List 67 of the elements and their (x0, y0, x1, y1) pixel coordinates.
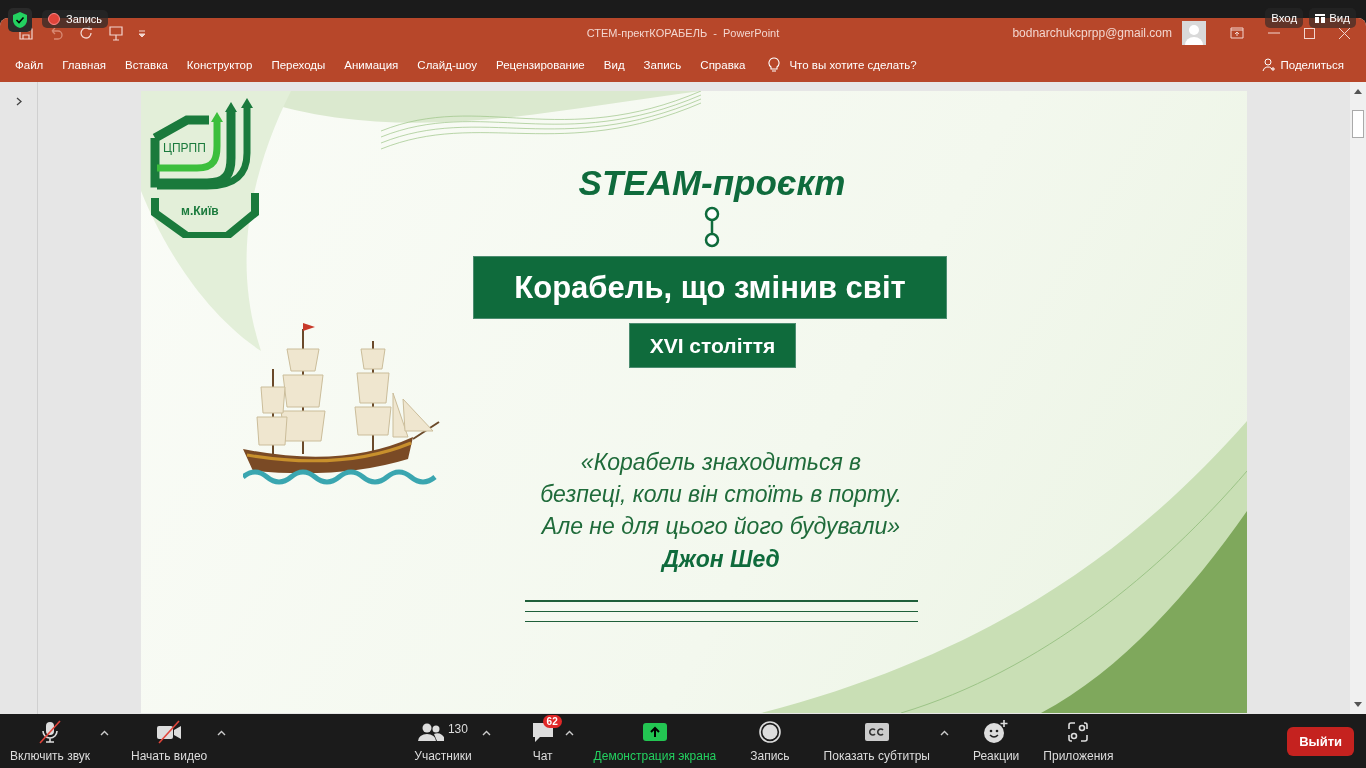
window-title: СТЕМ-пректКОРАБЕЛЬ - PowerPoint (586, 27, 780, 39)
overlay-button[interactable]: Вид (1309, 8, 1356, 28)
quote-author: Джон Шед (659, 546, 781, 573)
slash-icon (39, 720, 61, 744)
presentation-icon[interactable] (108, 25, 124, 41)
close-icon[interactable] (1339, 27, 1350, 39)
caret-icon[interactable] (564, 730, 574, 736)
ribbon-tab[interactable]: Переходы (271, 59, 326, 71)
tell-me-field[interactable]: Что вы хотите сделать? (789, 59, 917, 71)
caret-icon[interactable] (217, 730, 227, 736)
logo-text: ЦПРПП (163, 141, 206, 155)
unread-badge: 62 (542, 715, 562, 728)
vertical-scrollbar[interactable] (1350, 82, 1366, 714)
ribbon-display-icon[interactable] (1230, 27, 1244, 39)
ribbon-tab[interactable]: Рецензирование (495, 59, 585, 71)
toolbar-label[interactable]: Показать субтитры (823, 749, 930, 763)
grid-icon (1315, 13, 1326, 23)
smiley-add-icon[interactable] (984, 720, 1009, 744)
connector-drawing (704, 206, 720, 248)
toolbar-label[interactable]: Демонстрация экрана (593, 749, 717, 763)
maximize-icon[interactable] (1304, 27, 1315, 39)
slide-title: Корабель, що змінив світ (473, 256, 947, 319)
ribbon-tab[interactable]: Конструктор (186, 59, 253, 71)
captions-icon[interactable] (864, 723, 889, 741)
scroll-thumb[interactable] (1352, 110, 1364, 138)
scroll-down-icon[interactable] (1354, 702, 1362, 708)
toolbar-label[interactable]: Приложения (1043, 749, 1114, 763)
scroll-up-icon[interactable] (1354, 88, 1362, 94)
participant-count: 130 (447, 722, 468, 736)
toolbar-label[interactable]: Чат (532, 749, 553, 763)
recording-label: Запись (66, 13, 103, 25)
toolbar-label[interactable]: Начать видео (131, 749, 208, 763)
redo-icon[interactable] (78, 25, 94, 41)
caret-icon[interactable] (100, 730, 110, 736)
ribbon-tab[interactable]: Слайд-шоу (417, 59, 477, 71)
slide-subtitle: XVI століття (629, 323, 796, 368)
logo-text: м.Київ (181, 204, 219, 218)
security-shield-icon[interactable] (8, 8, 32, 32)
record-icon[interactable] (758, 721, 781, 743)
ribbon-tab[interactable]: Вставка (125, 59, 168, 71)
share-screen-icon[interactable] (642, 723, 667, 741)
account-email: bodnarchukcprpp@gmail.com (1012, 26, 1172, 40)
person-add-icon (1262, 58, 1277, 72)
overlay-button[interactable]: Вход (1265, 8, 1304, 28)
apps-icon[interactable] (1068, 722, 1089, 742)
ribbon-tab[interactable]: Справка (700, 59, 746, 71)
people-icon[interactable] (417, 723, 444, 741)
ribbon-tab[interactable]: Анимация (344, 59, 399, 71)
toolbar-label[interactable]: Запись (750, 749, 790, 763)
caret-icon[interactable] (481, 730, 491, 736)
ribbon-tab[interactable]: Файл (15, 59, 44, 71)
slide-heading: STEAM-проєкт (577, 163, 847, 203)
slash-icon (158, 720, 181, 744)
lightbulb-icon (768, 57, 781, 73)
toolbar-label[interactable]: Реакции (972, 749, 1020, 763)
share-button[interactable]: Поделиться (1262, 58, 1344, 72)
leave-button[interactable]: Выйти (1287, 726, 1354, 756)
expand-chevron-icon[interactable] (15, 97, 22, 106)
ribbon-tab[interactable]: Главная (62, 59, 107, 71)
toolbar-label[interactable]: Участники (414, 749, 472, 763)
toolbar-label[interactable]: Включить звук (10, 749, 91, 763)
ribbon-tab[interactable]: Вид (603, 59, 625, 71)
ribbon-tab[interactable]: Запись (643, 59, 682, 71)
recording-dot-icon (48, 13, 60, 25)
caret-icon[interactable] (939, 730, 949, 736)
quote-text: «Корабель знаходиться в безпеці, коли він стоїть в порту. Але не для цього його будували» (539, 448, 903, 541)
microphone-icon[interactable] (39, 720, 61, 744)
